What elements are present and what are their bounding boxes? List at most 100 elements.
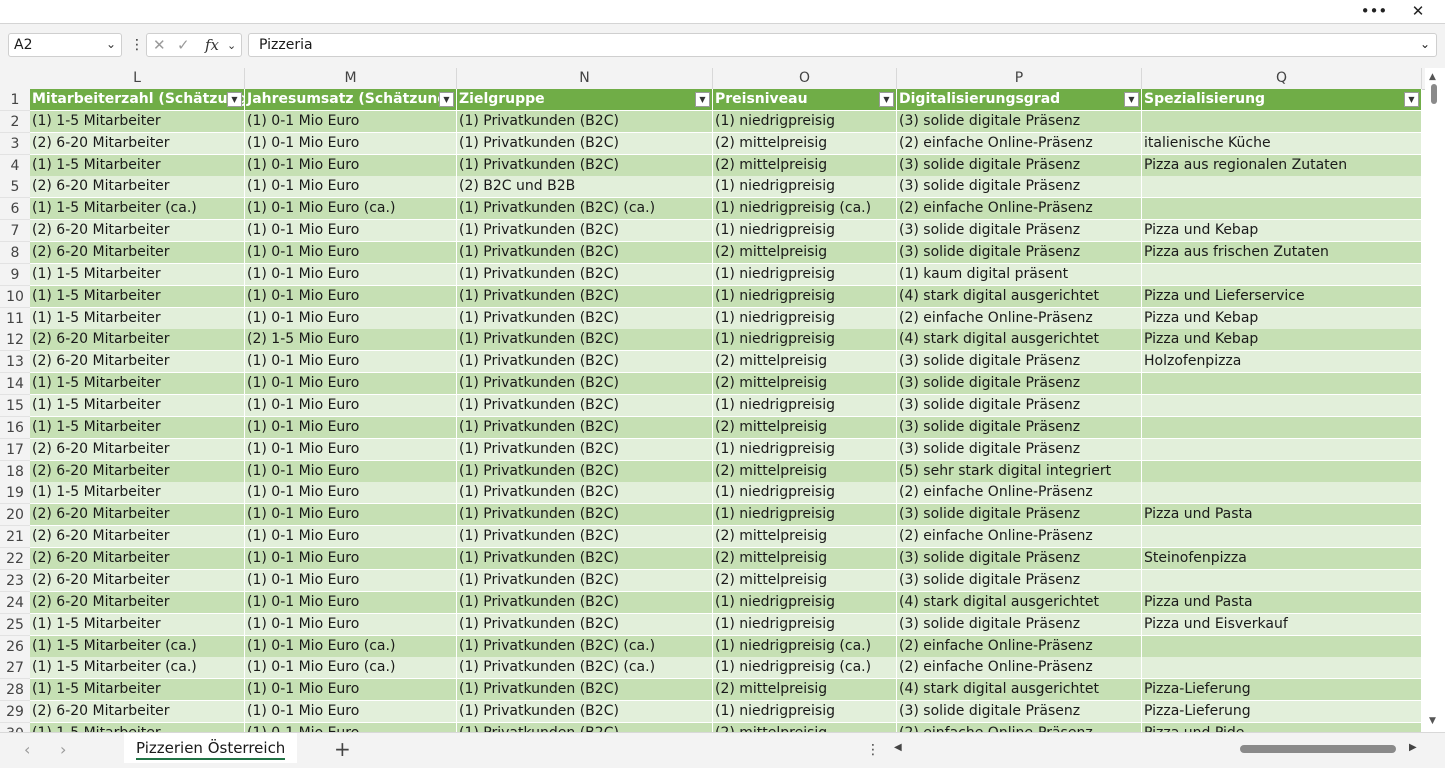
- table-cell[interactable]: (1) 0-1 Mio Euro: [245, 242, 457, 265]
- scroll-down-icon[interactable]: ▼: [1429, 716, 1436, 726]
- table-cell[interactable]: (1) 0-1 Mio Euro: [245, 548, 457, 571]
- formula-input[interactable]: Pizzeria ⌄: [248, 33, 1437, 57]
- row-number[interactable]: 27: [0, 657, 30, 680]
- table-cell[interactable]: (2) mittelpreisig: [713, 548, 897, 571]
- table-cell[interactable]: (2) mittelpreisig: [713, 460, 897, 483]
- table-cell[interactable]: (1) Privatkunden (B2C): [457, 679, 713, 702]
- more-vertical-icon[interactable]: ⋮: [130, 37, 144, 53]
- table-cell[interactable]: (2) einfache Online-Präsenz: [897, 482, 1142, 505]
- table-cell[interactable]: (1) 0-1 Mio Euro (ca.): [245, 198, 457, 221]
- table-cell[interactable]: (3) solide digitale Präsenz: [897, 504, 1142, 527]
- table-cell[interactable]: Pizza und Kebap: [1142, 220, 1422, 243]
- table-cell[interactable]: (1) 0-1 Mio Euro: [245, 722, 457, 732]
- chevron-down-icon[interactable]: ⌄: [227, 39, 236, 52]
- vertical-scrollbar[interactable]: ▲ ▼: [1425, 68, 1445, 732]
- table-cell[interactable]: (1) niedrigpreisig: [713, 395, 897, 418]
- row-number[interactable]: 12: [0, 329, 30, 352]
- table-cell[interactable]: (1) niedrigpreisig: [713, 110, 897, 133]
- table-cell[interactable]: (1) niedrigpreisig: [713, 438, 897, 461]
- row-number[interactable]: 25: [0, 613, 30, 636]
- close-icon[interactable]: ✕: [1401, 0, 1435, 22]
- table-cell[interactable]: (1) Privatkunden (B2C): [457, 526, 713, 549]
- table-cell[interactable]: (3) solide digitale Präsenz: [897, 110, 1142, 133]
- column-header-p[interactable]: P: [897, 68, 1142, 89]
- table-cell[interactable]: (1) Privatkunden (B2C): [457, 373, 713, 396]
- table-cell[interactable]: (1) 0-1 Mio Euro: [245, 701, 457, 724]
- table-cell[interactable]: (1) 1-5 Mitarbeiter: [30, 110, 245, 133]
- table-cell[interactable]: (1) Privatkunden (B2C): [457, 395, 713, 418]
- table-cell[interactable]: (1) 1-5 Mitarbeiter: [30, 416, 245, 439]
- table-cell[interactable]: (1) Privatkunden (B2C): [457, 307, 713, 330]
- row-number[interactable]: 5: [0, 176, 30, 199]
- table-cell[interactable]: [1142, 482, 1422, 505]
- table-cell[interactable]: (1) Privatkunden (B2C): [457, 154, 713, 177]
- scroll-up-icon[interactable]: ▲: [1429, 72, 1436, 82]
- row-number[interactable]: 28: [0, 679, 30, 702]
- table-cell[interactable]: Pizza und Eisverkauf: [1142, 613, 1422, 636]
- table-cell[interactable]: (2) 6-20 Mitarbeiter: [30, 176, 245, 199]
- row-number[interactable]: 22: [0, 548, 30, 571]
- filter-dropdown-icon[interactable]: ▼: [439, 92, 454, 107]
- table-cell[interactable]: (3) solide digitale Präsenz: [897, 438, 1142, 461]
- select-all-corner[interactable]: [0, 68, 30, 89]
- table-cell[interactable]: (2) mittelpreisig: [713, 722, 897, 732]
- table-cell[interactable]: (1) 0-1 Mio Euro: [245, 482, 457, 505]
- table-cell[interactable]: (1) 1-5 Mitarbeiter: [30, 679, 245, 702]
- table-cell[interactable]: [1142, 373, 1422, 396]
- header-cell[interactable]: Zielgruppe ▼: [457, 89, 713, 111]
- table-cell[interactable]: (2) einfache Online-Präsenz: [897, 198, 1142, 221]
- table-cell[interactable]: (1) 0-1 Mio Euro: [245, 220, 457, 243]
- table-cell[interactable]: (1) niedrigpreisig (ca.): [713, 635, 897, 658]
- row-number[interactable]: 8: [0, 242, 30, 265]
- table-cell[interactable]: (1) 0-1 Mio Euro: [245, 154, 457, 177]
- table-cell[interactable]: (3) solide digitale Präsenz: [897, 242, 1142, 265]
- header-cell[interactable]: Digitalisierungsgrad ▼: [897, 89, 1142, 111]
- table-cell[interactable]: (2) 6-20 Mitarbeiter: [30, 591, 245, 614]
- table-cell[interactable]: (1) Privatkunden (B2C): [457, 701, 713, 724]
- table-cell[interactable]: (1) 1-5 Mitarbeiter: [30, 373, 245, 396]
- table-cell[interactable]: (1) 1-5 Mitarbeiter: [30, 482, 245, 505]
- table-cell[interactable]: (3) solide digitale Präsenz: [897, 569, 1142, 592]
- row-number[interactable]: 23: [0, 569, 30, 592]
- table-cell[interactable]: [1142, 569, 1422, 592]
- row-number[interactable]: 20: [0, 504, 30, 527]
- table-cell[interactable]: (1) 1-5 Mitarbeiter: [30, 613, 245, 636]
- table-cell[interactable]: Pizza und Pasta: [1142, 504, 1422, 527]
- row-number[interactable]: 4: [0, 154, 30, 177]
- table-cell[interactable]: (2) einfache Online-Präsenz: [897, 307, 1142, 330]
- table-cell[interactable]: (1) 0-1 Mio Euro: [245, 263, 457, 286]
- filter-dropdown-icon[interactable]: ▼: [1124, 92, 1139, 107]
- table-cell[interactable]: (2) mittelpreisig: [713, 154, 897, 177]
- row-number[interactable]: 10: [0, 285, 30, 308]
- table-cell[interactable]: (1) 0-1 Mio Euro: [245, 679, 457, 702]
- table-cell[interactable]: [1142, 657, 1422, 680]
- table-cell[interactable]: Pizza und Pasta: [1142, 591, 1422, 614]
- table-cell[interactable]: (2) 1-5 Mio Euro: [245, 329, 457, 352]
- prev-sheet-icon[interactable]: ‹: [24, 740, 30, 759]
- table-cell[interactable]: (2) einfache Online-Präsenz: [897, 132, 1142, 155]
- table-cell[interactable]: (2) B2C und B2B: [457, 176, 713, 199]
- table-cell[interactable]: [1142, 198, 1422, 221]
- check-icon[interactable]: ✓: [177, 36, 190, 54]
- table-cell[interactable]: Pizza und Kebap: [1142, 329, 1422, 352]
- table-cell[interactable]: (1) 1-5 Mitarbeiter: [30, 154, 245, 177]
- row-number[interactable]: 6: [0, 198, 30, 221]
- table-cell[interactable]: (1) 0-1 Mio Euro: [245, 591, 457, 614]
- table-cell[interactable]: (1) 0-1 Mio Euro (ca.): [245, 657, 457, 680]
- expand-formula-icon[interactable]: ⌄: [1420, 37, 1430, 51]
- table-cell[interactable]: (1) 0-1 Mio Euro: [245, 132, 457, 155]
- table-cell[interactable]: (1) 1-5 Mitarbeiter: [30, 307, 245, 330]
- table-cell[interactable]: (1) Privatkunden (B2C): [457, 416, 713, 439]
- row-number[interactable]: 15: [0, 395, 30, 418]
- table-cell[interactable]: Pizza-Lieferung: [1142, 701, 1422, 724]
- table-cell[interactable]: (2) einfache Online-Präsenz: [897, 635, 1142, 658]
- table-cell[interactable]: (1) 0-1 Mio Euro: [245, 526, 457, 549]
- table-cell[interactable]: (1) Privatkunden (B2C): [457, 110, 713, 133]
- table-cell[interactable]: (3) solide digitale Präsenz: [897, 154, 1142, 177]
- table-cell[interactable]: (1) 1-5 Mitarbeiter: [30, 395, 245, 418]
- table-cell[interactable]: (2) einfache Online-Präsenz: [897, 657, 1142, 680]
- cancel-icon[interactable]: ✕: [153, 36, 166, 54]
- table-cell[interactable]: (1) Privatkunden (B2C): [457, 569, 713, 592]
- table-cell[interactable]: (3) solide digitale Präsenz: [897, 395, 1142, 418]
- table-cell[interactable]: (1) Privatkunden (B2C): [457, 285, 713, 308]
